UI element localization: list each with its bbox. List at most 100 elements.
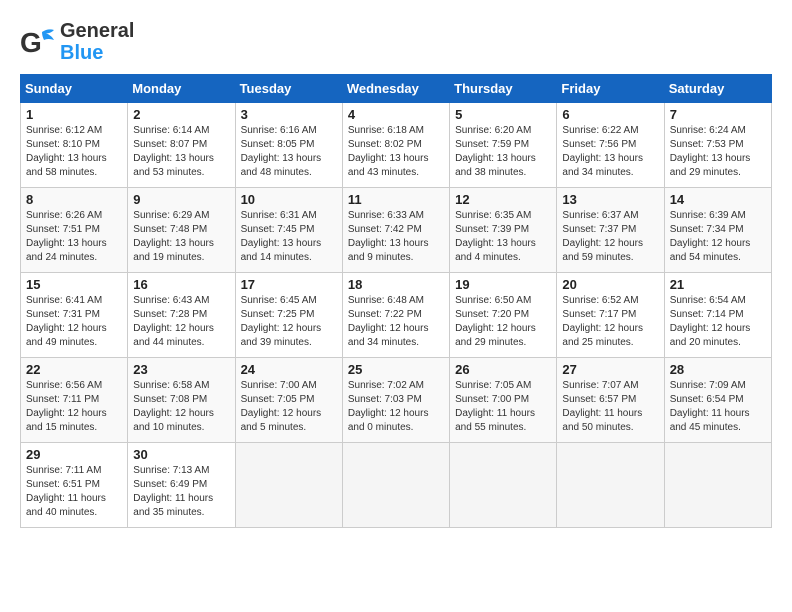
day-number: 12 [455, 192, 551, 207]
day-number: 13 [562, 192, 658, 207]
calendar-cell: 12 Sunrise: 6:35 AMSunset: 7:39 PMDayligh… [450, 188, 557, 273]
calendar-cell: 5 Sunrise: 6:20 AMSunset: 7:59 PMDaylight… [450, 103, 557, 188]
day-number: 20 [562, 277, 658, 292]
day-number: 15 [26, 277, 122, 292]
day-info: Sunrise: 7:07 AMSunset: 6:57 PMDaylight:… [562, 379, 658, 435]
day-number: 21 [670, 277, 766, 292]
calendar-cell: 9 Sunrise: 6:29 AMSunset: 7:48 PMDaylight… [128, 188, 235, 273]
day-info: Sunrise: 6:33 AMSunset: 7:42 PMDaylight:… [348, 209, 444, 265]
day-info: Sunrise: 6:16 AMSunset: 8:05 PMDaylight:… [241, 124, 337, 180]
calendar-cell: 21 Sunrise: 6:54 AMSunset: 7:14 PMDayligh… [664, 273, 771, 358]
day-info: Sunrise: 6:35 AMSunset: 7:39 PMDaylight:… [455, 209, 551, 265]
calendar-week-row: 1 Sunrise: 6:12 AMSunset: 8:10 PMDaylight… [21, 103, 772, 188]
day-number: 29 [26, 447, 122, 462]
calendar-weekday-header: Monday [128, 75, 235, 103]
logo-blue: Blue [60, 42, 103, 64]
day-info: Sunrise: 6:20 AMSunset: 7:59 PMDaylight:… [455, 124, 551, 180]
calendar-week-row: 29 Sunrise: 7:11 AMSunset: 6:51 PMDayligh… [21, 443, 772, 528]
day-number: 1 [26, 107, 122, 122]
day-number: 18 [348, 277, 444, 292]
calendar-cell [342, 443, 449, 528]
calendar-week-row: 15Sunrise: 6:41 AMSunset: 7:31 PMDayligh… [21, 273, 772, 358]
calendar-weekday-header: Saturday [664, 75, 771, 103]
calendar-cell: 17 Sunrise: 6:45 AMSunset: 7:25 PMDayligh… [235, 273, 342, 358]
day-number: 8 [26, 192, 122, 207]
day-info: Sunrise: 7:02 AMSunset: 7:03 PMDaylight:… [348, 379, 444, 435]
logo-general: General [60, 20, 134, 42]
day-number: 3 [241, 107, 337, 122]
day-number: 30 [133, 447, 229, 462]
calendar-cell: 30 Sunrise: 7:13 AMSunset: 6:49 PMDayligh… [128, 443, 235, 528]
day-number: 22 [26, 362, 122, 377]
calendar-cell: 1 Sunrise: 6:12 AMSunset: 8:10 PMDaylight… [21, 103, 128, 188]
day-info: Sunrise: 7:11 AMSunset: 6:51 PMDaylight:… [26, 464, 122, 520]
calendar-header-row: SundayMondayTuesdayWednesdayThursdayFrid… [21, 75, 772, 103]
day-info: Sunrise: 6:58 AMSunset: 7:08 PMDaylight:… [133, 379, 229, 435]
calendar-cell: 15Sunrise: 6:41 AMSunset: 7:31 PMDayligh… [21, 273, 128, 358]
day-number: 5 [455, 107, 551, 122]
day-info: Sunrise: 6:48 AMSunset: 7:22 PMDaylight:… [348, 294, 444, 350]
calendar-cell [450, 443, 557, 528]
logo-icon: G [20, 24, 56, 60]
day-number: 7 [670, 107, 766, 122]
day-number: 24 [241, 362, 337, 377]
day-number: 23 [133, 362, 229, 377]
calendar-cell [557, 443, 664, 528]
day-info: Sunrise: 6:26 AMSunset: 7:51 PMDaylight:… [26, 209, 122, 265]
day-info: Sunrise: 6:56 AMSunset: 7:11 PMDaylight:… [26, 379, 122, 435]
logo: G General Blue [20, 20, 134, 64]
day-info: Sunrise: 6:18 AMSunset: 8:02 PMDaylight:… [348, 124, 444, 180]
day-number: 16 [133, 277, 229, 292]
calendar-cell: 28Sunrise: 7:09 AMSunset: 6:54 PMDayligh… [664, 358, 771, 443]
calendar-cell: 25 Sunrise: 7:02 AMSunset: 7:03 PMDayligh… [342, 358, 449, 443]
calendar-cell: 22 Sunrise: 6:56 AMSunset: 7:11 PMDayligh… [21, 358, 128, 443]
calendar-weekday-header: Friday [557, 75, 664, 103]
calendar-cell: 27 Sunrise: 7:07 AMSunset: 6:57 PMDayligh… [557, 358, 664, 443]
day-number: 11 [348, 192, 444, 207]
day-info: Sunrise: 6:37 AMSunset: 7:37 PMDaylight:… [562, 209, 658, 265]
calendar-cell: 7 Sunrise: 6:24 AMSunset: 7:53 PMDaylight… [664, 103, 771, 188]
calendar-weekday-header: Sunday [21, 75, 128, 103]
day-number: 27 [562, 362, 658, 377]
calendar-cell [664, 443, 771, 528]
calendar-cell: 4 Sunrise: 6:18 AMSunset: 8:02 PMDaylight… [342, 103, 449, 188]
day-info: Sunrise: 6:24 AMSunset: 7:53 PMDaylight:… [670, 124, 766, 180]
day-number: 26 [455, 362, 551, 377]
calendar-cell: 18 Sunrise: 6:48 AMSunset: 7:22 PMDayligh… [342, 273, 449, 358]
calendar-cell: 14 Sunrise: 6:39 AMSunset: 7:34 PMDayligh… [664, 188, 771, 273]
day-info: Sunrise: 6:45 AMSunset: 7:25 PMDaylight:… [241, 294, 337, 350]
day-info: Sunrise: 6:43 AMSunset: 7:28 PMDaylight:… [133, 294, 229, 350]
day-info: Sunrise: 7:13 AMSunset: 6:49 PMDaylight:… [133, 464, 229, 520]
day-info: Sunrise: 6:29 AMSunset: 7:48 PMDaylight:… [133, 209, 229, 265]
day-info: Sunrise: 6:39 AMSunset: 7:34 PMDaylight:… [670, 209, 766, 265]
calendar-cell: 10Sunrise: 6:31 AMSunset: 7:45 PMDayligh… [235, 188, 342, 273]
calendar-cell: 13 Sunrise: 6:37 AMSunset: 7:37 PMDayligh… [557, 188, 664, 273]
day-info: Sunrise: 6:52 AMSunset: 7:17 PMDaylight:… [562, 294, 658, 350]
calendar-cell: 2Sunrise: 6:14 AMSunset: 8:07 PMDaylight… [128, 103, 235, 188]
svg-text:G: G [20, 27, 42, 58]
calendar-weekday-header: Thursday [450, 75, 557, 103]
calendar-weekday-header: Tuesday [235, 75, 342, 103]
calendar-cell: 24 Sunrise: 7:00 AMSunset: 7:05 PMDayligh… [235, 358, 342, 443]
day-number: 14 [670, 192, 766, 207]
day-number: 10 [241, 192, 337, 207]
day-info: Sunrise: 7:00 AMSunset: 7:05 PMDaylight:… [241, 379, 337, 435]
calendar-cell: 6Sunrise: 6:22 AMSunset: 7:56 PMDaylight… [557, 103, 664, 188]
day-number: 17 [241, 277, 337, 292]
day-info: Sunrise: 6:12 AMSunset: 8:10 PMDaylight:… [26, 124, 122, 180]
day-number: 25 [348, 362, 444, 377]
day-number: 9 [133, 192, 229, 207]
calendar-table: SundayMondayTuesdayWednesdayThursdayFrid… [20, 74, 772, 528]
day-number: 6 [562, 107, 658, 122]
day-number: 4 [348, 107, 444, 122]
calendar-cell: 20 Sunrise: 6:52 AMSunset: 7:17 PMDayligh… [557, 273, 664, 358]
calendar-cell: 29 Sunrise: 7:11 AMSunset: 6:51 PMDayligh… [21, 443, 128, 528]
calendar-cell: 3 Sunrise: 6:16 AMSunset: 8:05 PMDaylight… [235, 103, 342, 188]
calendar-weekday-header: Wednesday [342, 75, 449, 103]
day-info: Sunrise: 7:05 AMSunset: 7:00 PMDaylight:… [455, 379, 551, 435]
day-info: Sunrise: 6:50 AMSunset: 7:20 PMDaylight:… [455, 294, 551, 350]
day-info: Sunrise: 7:09 AMSunset: 6:54 PMDaylight:… [670, 379, 766, 435]
day-info: Sunrise: 6:54 AMSunset: 7:14 PMDaylight:… [670, 294, 766, 350]
day-info: Sunrise: 6:14 AMSunset: 8:07 PMDaylight:… [133, 124, 229, 180]
page-header: G General Blue [20, 20, 772, 64]
